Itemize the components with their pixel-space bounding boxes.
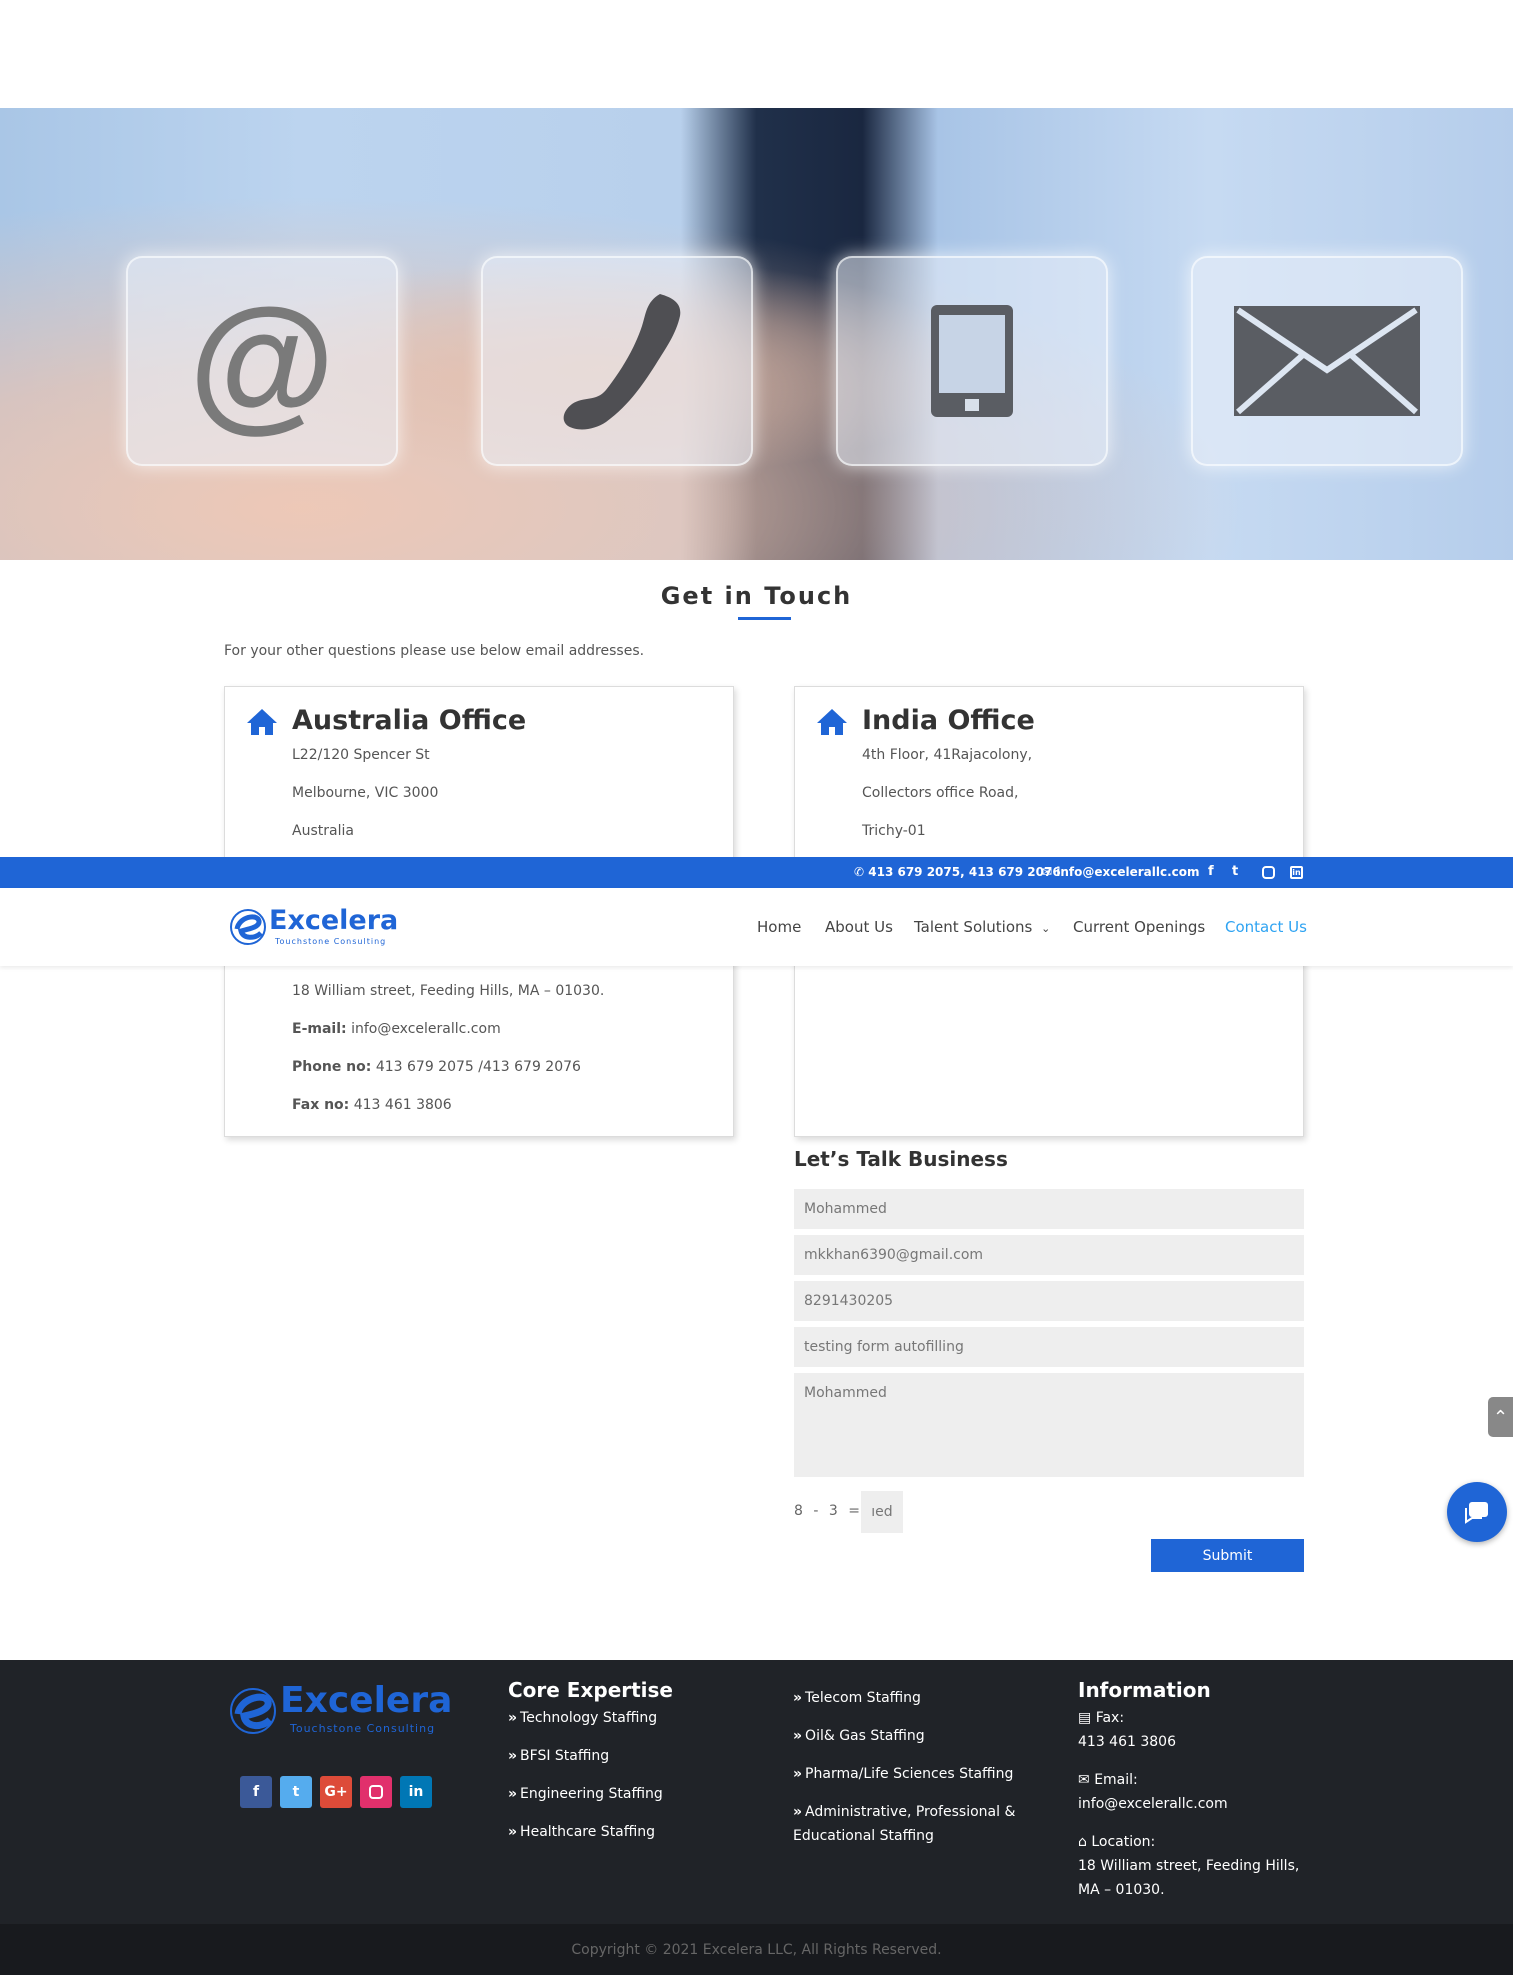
envelope-icon [1234,306,1420,416]
topbar-phone[interactable]: ✆ 413 679 2075, 413 679 2076 [854,865,1061,879]
title-underline [738,617,791,620]
footer-instagram-icon[interactable] [360,1776,392,1808]
form-title: Let’s Talk Business [794,1147,1008,1171]
email-field[interactable]: mkkhan6390@gmail.com [794,1235,1304,1275]
office-address-line: Collectors office Road, [862,785,1019,801]
logo-globe-icon [230,909,266,945]
topbar-email[interactable]: ✉ info@excelerallc.com [1042,865,1200,879]
page-title: Get in Touch [660,582,853,610]
office-address-line: Australia [292,823,354,839]
nav-home[interactable]: Home [757,918,801,936]
instagram-icon[interactable] [1262,866,1275,879]
office-address: 18 William street, Feeding Hills, MA – 0… [292,983,605,999]
house-icon [247,709,277,735]
footer-logo-subtext: Touchstone Consulting [290,1722,436,1735]
tablet-icon [931,305,1013,417]
fax-label: Fax no: [292,1097,350,1113]
footer-link[interactable]: » Healthcare Staffing [508,1820,655,1844]
hero-tile-tablet [836,256,1108,466]
subject-field[interactable]: testing form autofilling [794,1327,1304,1367]
office-title: Australia Office [292,705,527,736]
footer-location: ⌂ Location: 18 William street, Feeding H… [1078,1834,1300,1898]
footer-link[interactable]: » Pharma/Life Sciences Staffing [793,1762,1013,1786]
site-logo[interactable]: Excelera Touchstone Consulting [229,905,398,949]
footer-logo-text: Excelera [280,1680,453,1721]
footer-link[interactable]: » Oil& Gas Staffing [793,1724,925,1748]
footer-linkedin-icon[interactable]: in [400,1776,432,1808]
scroll-top-button[interactable]: ⌃ [1488,1397,1513,1437]
india-office-card: India Office 4th Floor, 41Rajacolony, Co… [794,686,1304,866]
australia-office-card: Australia Office L22/120 Spencer St Melb… [224,686,734,866]
site-header: Excelera Touchstone Consulting Home Abou… [0,888,1513,966]
footer: Excelera Touchstone Consulting f t G+ in… [0,1660,1513,1924]
office-phone: 413 679 2075 /413 679 2076 [375,1059,581,1075]
captcha-input[interactable]: ıed [861,1491,903,1533]
hero-banner: @ [0,108,1513,560]
footer-link[interactable]: » Telecom Staffing [793,1686,921,1710]
house-icon [817,709,847,735]
nav-about-us[interactable]: About Us [825,918,893,936]
office-address-line: 4th Floor, 41Rajacolony, [862,747,1033,763]
message-field[interactable]: Mohammed [794,1373,1304,1477]
hero-tile-at: @ [126,256,398,466]
office-fax: 413 461 3806 [353,1097,452,1113]
information-title: Information [1078,1678,1211,1702]
captcha-question: 8 - 3 = [794,1503,860,1519]
hero-tile-envelope [1191,256,1463,466]
phone-small-icon: ✆ [854,865,865,879]
footer-facebook-icon[interactable]: f [240,1776,272,1808]
submit-button[interactable]: Submit [1151,1539,1304,1572]
office-title: India Office [862,705,1035,736]
footer-logo-globe-icon [230,1688,276,1734]
chevron-down-icon: ⌄ [1041,922,1051,935]
at-icon: @ [188,277,336,445]
footer-fax: ▤ Fax: 413 461 3806 [1078,1710,1176,1750]
footer-bottom-bar: Copyright © 2021 Excelera LLC, All Right… [0,1924,1513,1975]
copyright-text: Copyright © 2021 Excelera LLC, All Right… [571,1942,942,1958]
footer-google-plus-icon[interactable]: G+ [320,1776,352,1808]
core-expertise-title: Core Expertise [508,1678,673,1702]
footer-link[interactable]: » BFSI Staffing [508,1744,609,1768]
footer-link[interactable]: » Administrative, Professional & Educatio… [793,1800,1033,1848]
footer-logo[interactable]: Excelera Touchstone Consulting [224,1680,454,1740]
office-email[interactable]: info@excelerallc.com [351,1021,501,1037]
hero-tile-phone [481,256,753,466]
fax-icon: ▤ [1078,1710,1092,1726]
office-fax-line: Fax no: 413 461 3806 [292,1097,452,1113]
name-field[interactable]: Mohammed [794,1189,1304,1229]
linkedin-icon[interactable]: in [1290,866,1303,879]
chevron-up-icon: ⌃ [1492,1406,1509,1427]
intro-text: For your other questions please use belo… [224,643,645,659]
mail-small-icon: ✉ [1042,865,1053,879]
envelope-small-icon: ✉ [1078,1772,1090,1788]
footer-twitter-icon[interactable]: t [280,1776,312,1808]
phone-field[interactable]: 8291430205 [794,1281,1304,1321]
office-phone-line: Phone no: 413 679 2075 /413 679 2076 [292,1059,581,1075]
phone-icon [563,294,681,430]
logo-text: Excelera [269,905,399,936]
office-email-line: E-mail: info@excelerallc.com [292,1021,501,1037]
office-address-line: Trichy-01 [862,823,926,839]
phone-label: Phone no: [292,1059,372,1075]
footer-link[interactable]: » Technology Staffing [508,1706,657,1730]
office-address-line: Melbourne, VIC 3000 [292,785,439,801]
nav-current-openings[interactable]: Current Openings [1073,918,1205,936]
twitter-icon[interactable]: t [1232,864,1238,879]
nav-talent-solutions[interactable]: Talent Solutions ⌄ [914,918,1050,936]
facebook-icon[interactable]: f [1208,864,1214,879]
footer-link[interactable]: » Engineering Staffing [508,1782,663,1806]
logo-subtext: Touchstone Consulting [275,937,387,946]
top-bar: ✆ 413 679 2075, 413 679 2076 ✉ info@exce… [0,857,1513,888]
chat-icon [1465,1502,1488,1524]
footer-email: ✉ Email: info@excelerallc.com [1078,1772,1228,1812]
email-label: E-mail: [292,1021,347,1037]
nav-contact-us[interactable]: Contact Us [1225,918,1307,936]
chat-button[interactable] [1447,1482,1507,1542]
office-address-line: L22/120 Spencer St [292,747,430,763]
home-small-icon: ⌂ [1078,1834,1087,1850]
